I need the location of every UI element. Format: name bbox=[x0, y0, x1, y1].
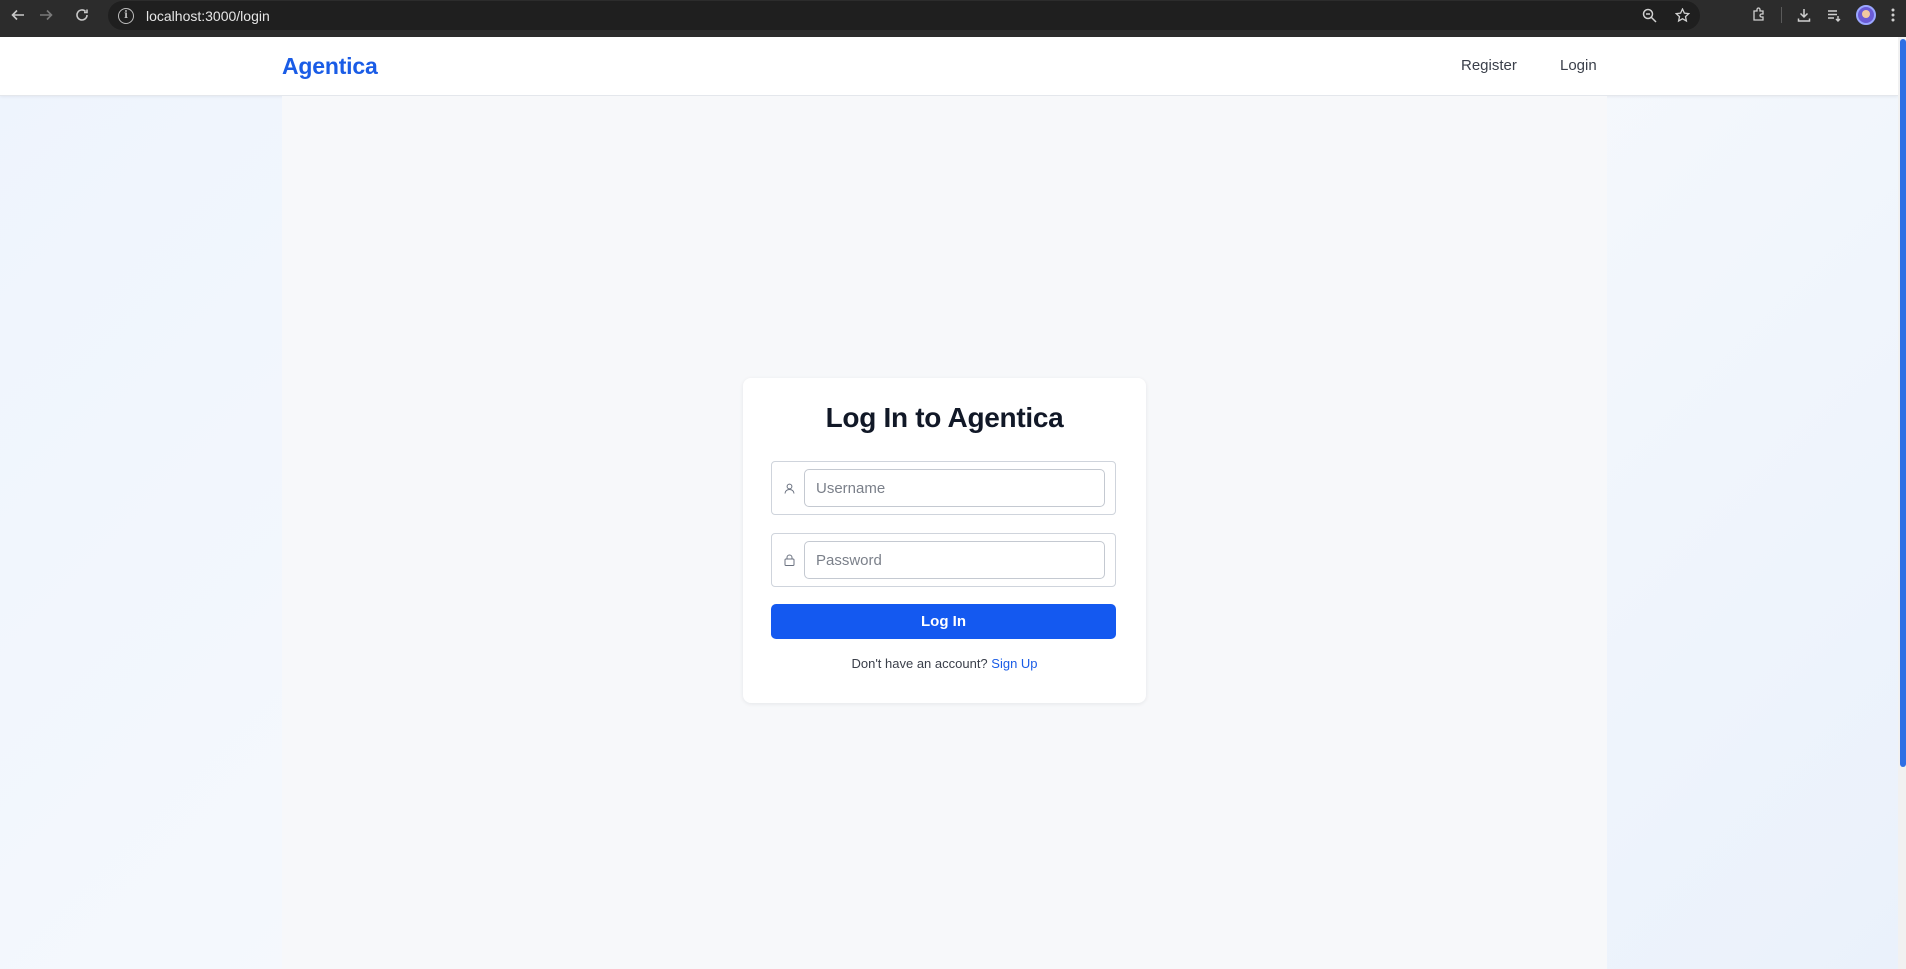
reload-button[interactable] bbox=[64, 0, 100, 29]
extensions-icon[interactable] bbox=[1751, 6, 1767, 23]
reload-icon bbox=[76, 8, 88, 21]
signup-prompt-row: Don't have an account? Sign Up bbox=[743, 656, 1146, 671]
arrow-left-icon bbox=[11, 9, 24, 20]
download-icon[interactable] bbox=[1796, 7, 1812, 23]
scrollbar-thumb[interactable] bbox=[1900, 39, 1906, 767]
zoom-icon[interactable] bbox=[1642, 8, 1657, 23]
browser-toolbar-actions bbox=[1751, 0, 1906, 29]
reading-list-icon[interactable] bbox=[1826, 7, 1842, 23]
site-header: Agentica Register Login bbox=[0, 37, 1898, 96]
lock-icon bbox=[782, 553, 796, 567]
user-icon bbox=[782, 481, 796, 495]
username-field-group bbox=[771, 461, 1116, 515]
nav-register-link[interactable]: Register bbox=[1461, 57, 1517, 74]
bookmark-star-icon[interactable] bbox=[1675, 8, 1690, 23]
profile-avatar[interactable] bbox=[1856, 4, 1876, 25]
site-info-icon[interactable]: i bbox=[118, 7, 134, 24]
signup-prompt-text: Don't have an account? bbox=[851, 656, 992, 671]
password-field-group bbox=[771, 533, 1116, 587]
arrow-right-icon bbox=[40, 9, 53, 20]
browser-menu-icon[interactable] bbox=[1890, 7, 1896, 23]
address-bar[interactable]: i localhost:3000/login bbox=[108, 1, 1700, 30]
page-viewport: Agentica Register Login Log In to Agenti… bbox=[0, 37, 1906, 969]
login-card: Log In to Agentica Log In Don't have an … bbox=[743, 378, 1146, 703]
toolbar-divider bbox=[1781, 6, 1782, 23]
site-logo[interactable]: Agentica bbox=[282, 53, 378, 80]
url-text: localhost:3000/login bbox=[146, 7, 270, 24]
username-input[interactable] bbox=[804, 469, 1105, 507]
page-scrollbar[interactable] bbox=[1898, 37, 1906, 969]
password-input[interactable] bbox=[804, 541, 1105, 579]
nav-login-link[interactable]: Login bbox=[1560, 57, 1597, 74]
signup-link[interactable]: Sign Up bbox=[991, 656, 1037, 671]
browser-toolbar: i localhost:3000/login bbox=[0, 0, 1906, 37]
page-title: Log In to Agentica bbox=[825, 402, 1064, 433]
forward-button[interactable] bbox=[28, 0, 64, 29]
login-submit-button[interactable]: Log In bbox=[771, 604, 1116, 639]
